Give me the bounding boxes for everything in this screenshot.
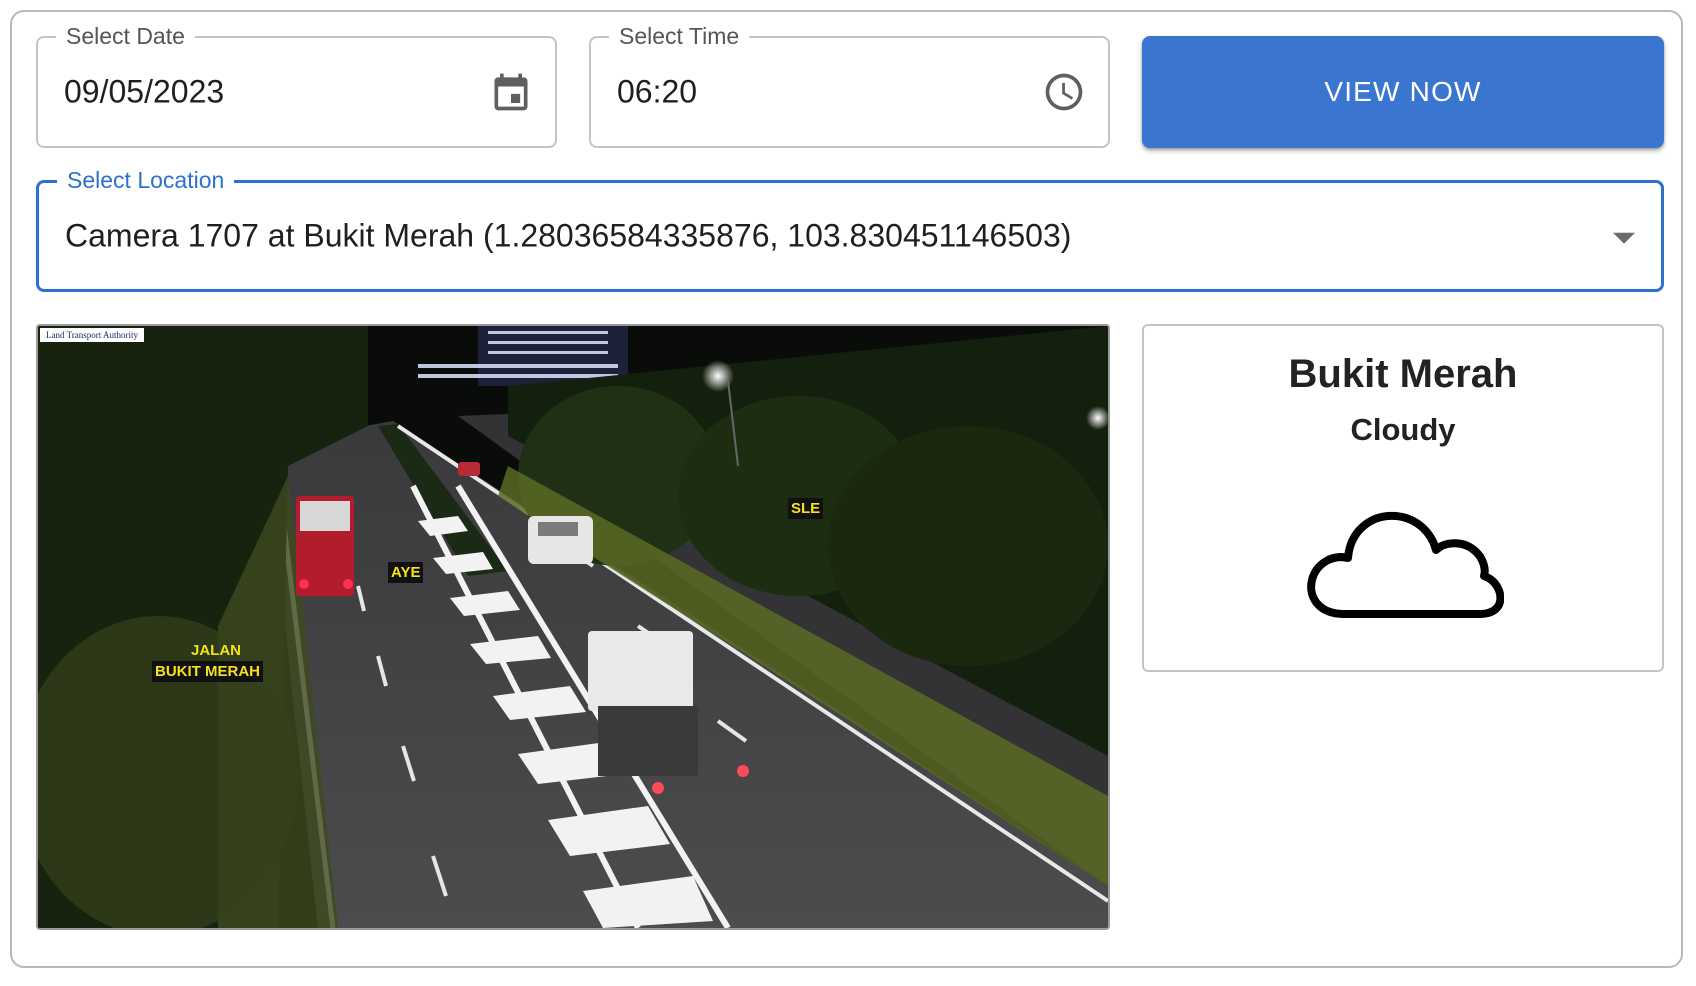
location-field-label: Select Location bbox=[57, 165, 235, 195]
traffic-camera-image: Land Transport Authority SLE AYE JALAN B… bbox=[36, 324, 1110, 930]
date-field-label: Select Date bbox=[56, 21, 195, 51]
weather-card: Bukit Merah Cloudy bbox=[1142, 324, 1664, 672]
time-field-label: Select Time bbox=[609, 21, 750, 51]
van bbox=[528, 516, 593, 564]
calendar-icon[interactable] bbox=[489, 70, 533, 114]
time-picker-field[interactable]: Select Time 06:20 bbox=[589, 21, 1110, 148]
camera-scene bbox=[38, 326, 1108, 928]
location-select[interactable]: Select Location Camera 1707 at Bukit Mer… bbox=[36, 165, 1664, 292]
location-value[interactable]: Camera 1707 at Bukit Merah (1.2803658433… bbox=[65, 218, 1071, 255]
road-label-aye: AYE bbox=[388, 562, 424, 583]
road-label-sle: SLE bbox=[788, 498, 824, 519]
date-value[interactable]: 09/05/2023 bbox=[64, 74, 224, 111]
chevron-down-icon[interactable] bbox=[1613, 232, 1635, 244]
view-now-button[interactable]: VIEW NOW bbox=[1142, 36, 1664, 148]
weather-condition: Cloudy bbox=[1350, 412, 1456, 447]
clock-icon[interactable] bbox=[1042, 70, 1086, 114]
bus bbox=[296, 496, 354, 596]
weather-area: Bukit Merah bbox=[1288, 352, 1518, 396]
cloud-icon bbox=[1304, 496, 1505, 626]
road-label-jalan: JALAN bbox=[191, 642, 242, 659]
road-label-bukit-merah: BUKIT MERAH bbox=[152, 661, 263, 682]
date-picker-field[interactable]: Select Date 09/05/2023 bbox=[36, 21, 557, 148]
lta-watermark: Land Transport Authority bbox=[40, 328, 145, 342]
time-value[interactable]: 06:20 bbox=[617, 74, 697, 111]
